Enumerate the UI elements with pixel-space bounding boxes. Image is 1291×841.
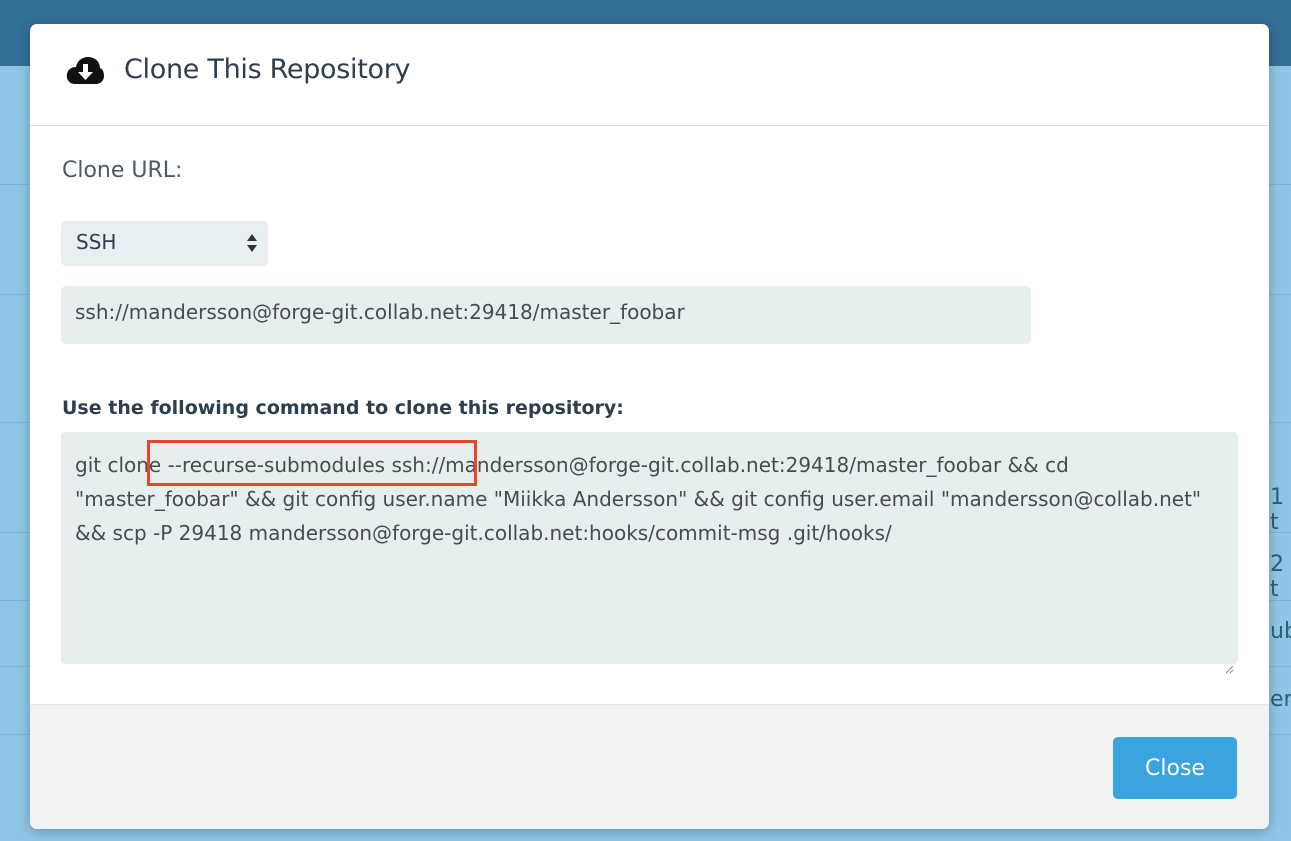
select-arrows-icon xyxy=(246,229,258,257)
protocol-select-value: SSH xyxy=(76,230,117,254)
clone-command-label: Use the following command to clone this … xyxy=(62,397,624,419)
background-text-fragment: 1 t xyxy=(1270,485,1284,535)
background-text-fragment: 2 t xyxy=(1270,552,1284,602)
background-text-fragment: ub xyxy=(1270,619,1291,644)
dialog-header: Clone This Repository xyxy=(30,24,1269,126)
annotation-highlight-box xyxy=(147,440,477,486)
resize-grip-icon[interactable] xyxy=(1224,650,1234,674)
dialog-title: Clone This Repository xyxy=(124,54,411,85)
clone-url-label: Clone URL: xyxy=(62,158,183,183)
dialog-body: Clone URL: SSH ssh://mandersson@forge-gi… xyxy=(30,126,1269,704)
close-button[interactable]: Close xyxy=(1113,737,1237,799)
protocol-select[interactable]: SSH xyxy=(61,221,268,266)
cloud-download-icon xyxy=(66,54,104,88)
dialog-footer: Close xyxy=(30,704,1269,829)
clone-repository-dialog: Clone This Repository Clone URL: SSH ssh… xyxy=(30,24,1269,829)
background-text-fragment: er xyxy=(1270,687,1291,712)
clone-url-field[interactable]: ssh://mandersson@forge-git.collab.net:29… xyxy=(61,286,1031,344)
